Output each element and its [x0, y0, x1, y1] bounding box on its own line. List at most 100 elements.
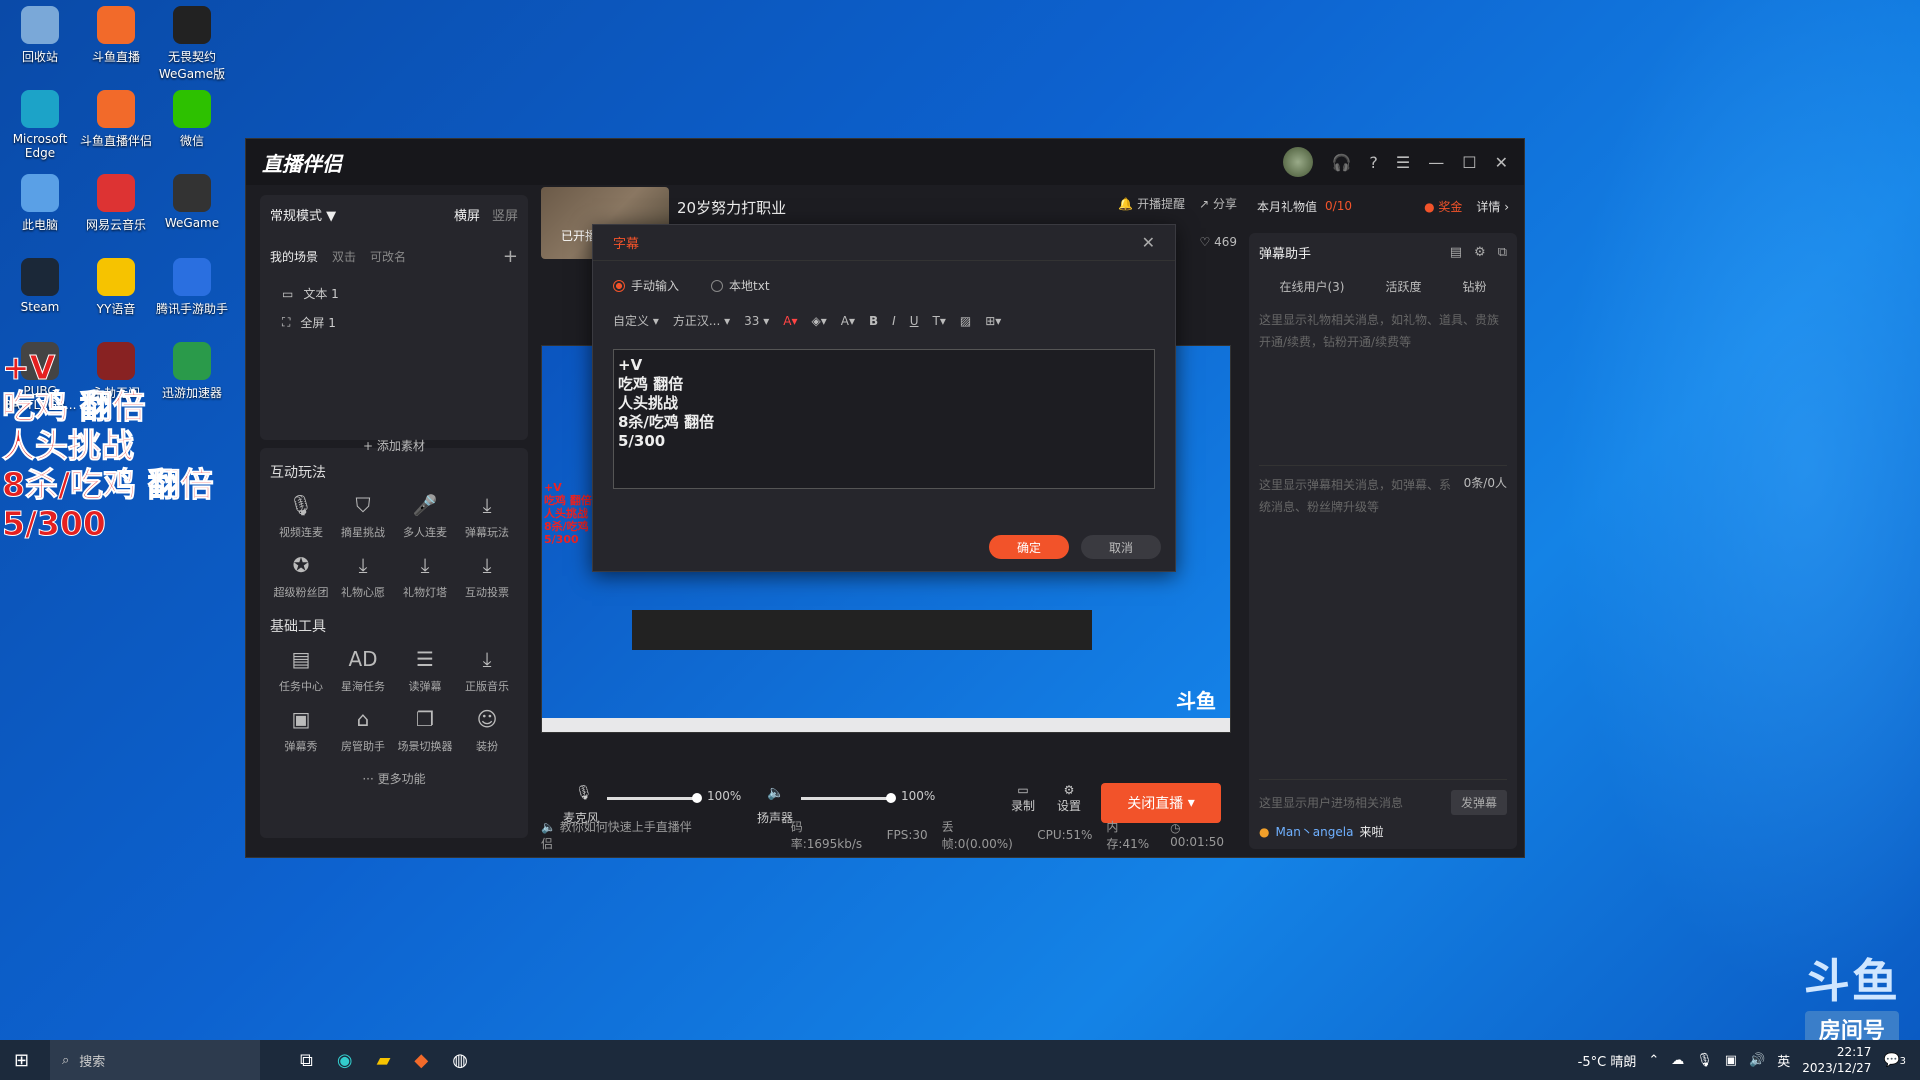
tab-online-users[interactable]: 在线用户(3) — [1279, 278, 1344, 295]
basic-tool[interactable]: ☺ 装扮 — [456, 706, 518, 754]
mode-dropdown[interactable]: 常规模式 ▼ — [270, 205, 336, 224]
tab-activity[interactable]: 活跃度 — [1385, 278, 1421, 295]
volume-icon[interactable]: 🔊 — [1749, 1053, 1765, 1068]
confirm-button[interactable]: 确定 — [989, 535, 1069, 559]
clock[interactable]: 22:17 2023/12/27 — [1802, 1044, 1871, 1076]
desktop-icon[interactable]: Steam — [0, 258, 80, 314]
gear-icon[interactable]: ⚙ — [1474, 245, 1486, 260]
headset-icon[interactable]: 🎧 — [1331, 153, 1351, 172]
desktop-icon[interactable]: 无畏契约 WeGame版 — [152, 6, 232, 82]
remind-button[interactable]: 🔔 开播提醒 — [1118, 195, 1185, 212]
close-live-button[interactable]: 关闭直播 ▾ — [1101, 783, 1221, 823]
game-icon[interactable]: ◍ — [452, 1050, 468, 1071]
weather[interactable]: -5°C 晴朗 — [1578, 1051, 1637, 1070]
close-icon[interactable]: ✕ — [1495, 153, 1508, 172]
add-scene-icon[interactable]: + — [503, 246, 518, 267]
speaker-slider-knob[interactable] — [886, 793, 896, 803]
list-icon[interactable]: ▤ — [1450, 245, 1462, 260]
send-danmu-button[interactable]: 发弹幕 — [1450, 790, 1507, 815]
desktop-icon[interactable]: 微信 — [152, 90, 232, 149]
interactive-tool[interactable]: ⤓ 礼物灯塔 — [394, 552, 456, 600]
taskbar-search[interactable]: ⌕ 搜索 — [50, 1040, 260, 1080]
basic-tool[interactable]: ☰ 读弹幕 — [394, 646, 456, 694]
minimize-icon[interactable]: — — [1428, 153, 1444, 172]
douyu-icon[interactable]: ◆ — [414, 1050, 428, 1071]
share-button[interactable]: ↗ 分享 — [1199, 195, 1237, 212]
image-icon[interactable]: ▨ — [960, 314, 971, 328]
cancel-button[interactable]: 取消 — [1081, 535, 1161, 559]
popout-icon[interactable]: ⧉ — [1498, 245, 1507, 260]
basic-tool[interactable]: ▣ 弹幕秀 — [270, 706, 332, 754]
basic-tool[interactable]: ⤓ 正版音乐 — [456, 646, 518, 694]
desktop-icon[interactable]: 网易云音乐 — [76, 174, 156, 233]
interactive-tool[interactable]: ✪ 超级粉丝团 — [270, 552, 332, 600]
settings-button[interactable]: ⚙ 设置 — [1057, 783, 1081, 814]
desktop-icon[interactable]: 回收站 — [0, 6, 80, 65]
bold-icon[interactable]: B — [869, 314, 878, 328]
desktop-icon[interactable]: 斗鱼直播 — [76, 6, 156, 65]
ime-indicator[interactable]: 英 — [1777, 1051, 1790, 1070]
network-icon[interactable]: ▣ — [1725, 1053, 1737, 1068]
mic-slider[interactable] — [607, 793, 702, 803]
tab-diamond-fans[interactable]: 钻粉 — [1462, 278, 1486, 295]
stream-title[interactable]: 20岁努力打职业 — [677, 197, 786, 218]
maximize-icon[interactable]: ☐ — [1462, 153, 1476, 172]
interactive-tool[interactable]: ⛉ 摘星挑战 — [332, 492, 394, 540]
desktop-icon[interactable]: 腾讯手游助手 — [152, 258, 232, 317]
speaker-icon[interactable]: 🔈 — [767, 785, 784, 801]
outline-color-icon[interactable]: A▾ — [841, 314, 855, 328]
subtitle-textarea[interactable]: +V 吃鸡 翻倍 人头挑战 8杀/吃鸡 翻倍 5/300 — [613, 349, 1155, 489]
help-icon[interactable]: ? — [1369, 153, 1378, 172]
mic-icon[interactable]: 🎙 — [575, 785, 593, 801]
start-icon[interactable]: ⊞ — [14, 1050, 29, 1071]
local-txt-radio[interactable]: 本地txt — [711, 277, 770, 294]
manual-input-radio[interactable]: 手动输入 — [613, 277, 679, 294]
details-link[interactable]: 详情 › — [1476, 198, 1509, 215]
speaker-slider[interactable] — [801, 793, 896, 803]
record-button[interactable]: ▭ 录制 — [1011, 783, 1035, 814]
interactive-tool[interactable]: ⤓ 礼物心愿 — [332, 552, 394, 600]
text-color-icon[interactable]: A▾ — [783, 314, 797, 328]
notification-icon[interactable]: 💬3 — [1883, 1053, 1906, 1068]
size-dropdown[interactable]: 33 ▾ — [744, 314, 769, 328]
desktop-icon[interactable]: YY语音 — [76, 258, 156, 317]
desktop-icon[interactable]: WeGame — [152, 174, 232, 230]
basic-tool[interactable]: AD 星海任务 — [332, 646, 394, 694]
visitor-name[interactable]: Man丶angela — [1275, 823, 1353, 840]
interactive-tool[interactable]: 🎙 视频连麦 — [270, 492, 332, 540]
landscape-toggle[interactable]: 横屏 — [454, 205, 480, 224]
scene-item-text[interactable]: ▭ 文本 1 — [270, 279, 518, 308]
basic-tool[interactable]: ▤ 任务中心 — [270, 646, 332, 694]
folder-icon[interactable]: ▰ — [377, 1050, 391, 1071]
desktop-icon[interactable]: Microsoft Edge — [0, 90, 80, 160]
chevron-up-icon[interactable]: ⌃ — [1648, 1053, 1659, 1068]
more-features-button[interactable]: ··· 更多功能 — [270, 770, 518, 787]
edge-icon[interactable]: ◉ — [337, 1050, 353, 1071]
tutorial-link[interactable]: 🔈 教你如何快速上手直播伴侣 — [541, 818, 701, 852]
underline-icon[interactable]: U — [910, 314, 919, 328]
reward-badge[interactable]: ● 奖金 — [1424, 198, 1462, 215]
style-dropdown[interactable]: 自定义 ▾ — [613, 312, 659, 329]
menu-icon[interactable]: ☰ — [1396, 153, 1410, 172]
font-dropdown[interactable]: 方正汉... ▾ — [673, 312, 730, 329]
dialog-close-icon[interactable]: ✕ — [1142, 233, 1155, 252]
desktop-icon[interactable]: 斗鱼直播伴侣 — [76, 90, 156, 149]
task-view-icon[interactable]: ⧉ — [300, 1050, 313, 1071]
layout-icon[interactable]: ⊞▾ — [985, 314, 1001, 328]
interactive-tool[interactable]: ⤓ 互动投票 — [456, 552, 518, 600]
align-icon[interactable]: T▾ — [933, 314, 946, 328]
avatar[interactable] — [1283, 147, 1314, 177]
interactive-tool[interactable]: 🎤 多人连麦 — [394, 492, 456, 540]
interactive-tool[interactable]: ⤓ 弹幕玩法 — [456, 492, 518, 540]
italic-icon[interactable]: I — [892, 314, 896, 328]
app-icon — [21, 6, 59, 44]
mic-icon[interactable]: 🎙 — [1696, 1053, 1713, 1068]
basic-tool[interactable]: ❐ 场景切换器 — [394, 706, 456, 754]
basic-tool[interactable]: ⌂ 房管助手 — [332, 706, 394, 754]
portrait-toggle[interactable]: 竖屏 — [492, 205, 518, 224]
cloud-icon[interactable]: ☁ — [1671, 1053, 1684, 1068]
highlight-icon[interactable]: ◈▾ — [812, 314, 827, 328]
scene-item-fullscreen[interactable]: ⛶ 全屏 1 — [270, 308, 518, 337]
mic-slider-knob[interactable] — [692, 793, 702, 803]
desktop-icon[interactable]: 此电脑 — [0, 174, 80, 233]
